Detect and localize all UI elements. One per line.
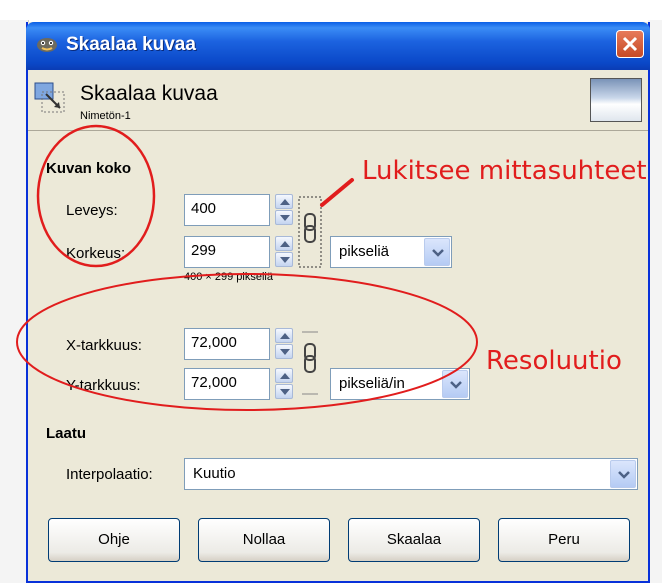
width-decrement[interactable] [275,210,293,225]
spin-arrow-icon [280,333,290,339]
x-resolution-spin-arrows[interactable] [275,328,295,360]
title-bar[interactable]: Skaalaa kuvaa [26,22,650,70]
interpolation-combo[interactable]: Kuutio [184,458,638,490]
app-icon [37,38,57,52]
size-unit-dropdown-button[interactable] [424,238,450,266]
height-decrement[interactable] [275,252,293,267]
chain-link-icon[interactable] [298,196,322,268]
height-increment[interactable] [275,236,293,251]
y-resolution-label: Y-tarkkuus: [66,377,141,394]
y-resolution-increment[interactable] [275,368,293,383]
spin-arrow-icon [280,349,290,355]
width-input[interactable]: 400 [184,194,270,226]
size-unit-combo[interactable]: pikseliä [330,236,452,268]
close-icon [622,36,638,52]
spin-arrow-icon [280,257,290,263]
close-button[interactable] [616,30,644,58]
reset-button[interactable]: Nollaa [198,518,330,562]
width-label: Leveys: [66,202,118,219]
width-increment[interactable] [275,194,293,209]
x-resolution-input[interactable]: 72,000 [184,328,270,360]
window-title: Skaalaa kuvaa [66,34,196,55]
resolution-unit-dropdown-button[interactable] [442,370,468,398]
resolution-unit-combo[interactable]: pikseliä/in [330,368,470,400]
interpolation-dropdown-button[interactable] [610,460,636,488]
background-window-left [0,20,29,583]
chevron-down-icon [450,381,462,389]
y-resolution-input[interactable]: 72,000 [184,368,270,400]
spin-arrow-icon [280,389,290,395]
height-spin-arrows[interactable] [275,236,295,268]
quality-section-title: Laatu [46,425,87,442]
size-unit-value: pikseliä [339,243,390,260]
height-input[interactable]: 299 [184,236,270,268]
width-spin-arrows[interactable] [275,194,295,226]
spin-arrow-icon [280,241,290,247]
scale-image-dialog: Skaalaa kuvaa Skaalaa kuvaa Nimetön-1 Ku… [26,22,650,583]
chevron-down-icon [618,471,630,479]
background-window-strip [0,0,662,20]
dialog-content: Skaalaa kuvaa Nimetön-1 Kuvan koko Levey… [28,70,648,581]
cancel-button[interactable]: Peru [498,518,630,562]
header-separator [28,130,648,131]
resolution-annotation: Resoluutio [486,346,622,376]
header-subtitle: Nimetön-1 [80,110,131,122]
y-resolution-decrement[interactable] [275,384,293,399]
height-label: Korkeus: [66,245,126,262]
scale-button[interactable]: Skaalaa [348,518,480,562]
lock-ratio-annotation: Lukitsee mittasuhteet [362,156,647,186]
background-window-right [648,20,662,583]
x-resolution-increment[interactable] [275,328,293,343]
help-button[interactable]: Ohje [48,518,180,562]
header-title: Skaalaa kuvaa [80,82,218,105]
size-info: 400 × 299 pikseliä [184,271,273,283]
resolution-unit-value: pikseliä/in [339,375,405,392]
spin-arrow-icon [280,199,290,205]
spin-arrow-icon [280,373,290,379]
x-resolution-decrement[interactable] [275,344,293,359]
spin-arrow-icon [280,215,290,221]
resolution-chain-link-icon[interactable] [298,330,322,396]
image-size-section-title: Kuvan koko [46,160,132,177]
scale-tool-icon [34,82,65,113]
chevron-down-icon [432,249,444,257]
image-thumbnail [590,78,642,122]
x-resolution-label: X-tarkkuus: [66,337,142,354]
interpolation-value: Kuutio [193,465,236,482]
y-resolution-spin-arrows[interactable] [275,368,295,400]
interpolation-label: Interpolaatio: [66,466,153,483]
